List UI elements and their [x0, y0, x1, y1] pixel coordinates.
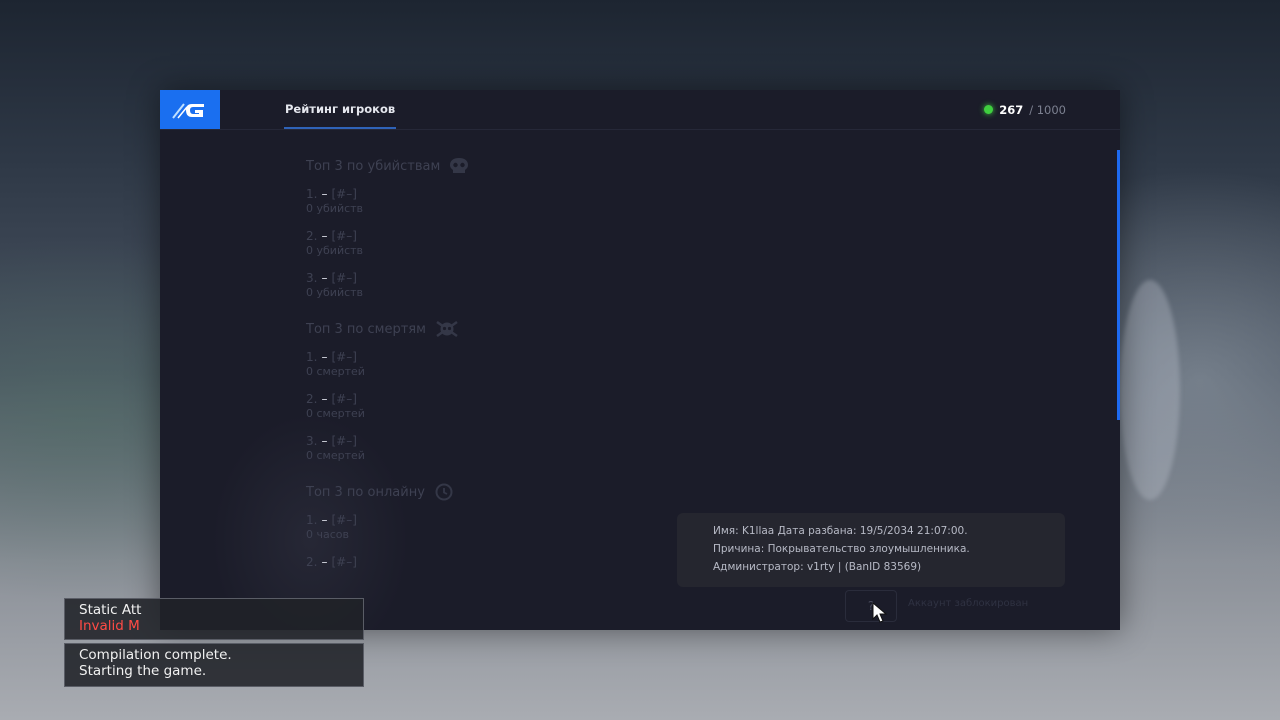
- player-tag: [#–]: [331, 229, 357, 243]
- player-tag: [#–]: [331, 271, 357, 285]
- list-item: 3. – [#–] 0 смертей: [306, 433, 470, 464]
- crossbones-icon: [436, 320, 458, 338]
- player-name: –: [321, 350, 328, 364]
- list-item: 2. – [#–] 0 убийств: [306, 228, 470, 259]
- player-tag: [#–]: [331, 513, 357, 527]
- online-current: 267: [999, 102, 1024, 117]
- stat-value: 0 смертей: [306, 365, 365, 378]
- console-line: Static Att: [79, 602, 142, 618]
- section-title: Топ 3 по смертям: [306, 321, 426, 337]
- stat-value: 0 смертей: [306, 449, 365, 462]
- background-figure: [1120, 280, 1180, 500]
- player-tag: [#–]: [331, 187, 357, 201]
- stat-value: 0 убийств: [306, 202, 364, 215]
- section-kills: Топ 3 по убийствам 1. – [#–] 0 убийств 2. –…: [306, 156, 470, 301]
- leaderboard-list: Топ 3 по убийствам 1. – [#–] 0 убийств 2. –…: [306, 156, 470, 588]
- panel-header: Рейтинг игроков 267 / 1000: [160, 90, 1120, 130]
- console-message-error: Static Att Invalid M: [64, 598, 364, 640]
- player-tag: [#–]: [331, 392, 357, 406]
- online-max: / 1000: [1029, 102, 1066, 117]
- player-tag: [#–]: [331, 555, 357, 569]
- logo: [160, 90, 220, 129]
- list-item: 1. – [#–] 0 смертей: [306, 349, 470, 380]
- stat-value: 0 часов: [306, 528, 349, 541]
- ban-admin: Администратор: v1rty | (BanID 83569): [713, 561, 922, 573]
- player-tag: [#–]: [331, 434, 357, 448]
- player-name: –: [321, 392, 328, 406]
- section-deaths: Топ 3 по смертям 1. – [#–] 0 смертей 2. – [#…: [306, 319, 470, 464]
- ban-tooltip: Имя: K1llaa Дата разбана: 19/5/2034 21:0…: [677, 513, 1065, 587]
- rating-panel: Рейтинг игроков 267 / 1000 Топ 3 по убий…: [160, 90, 1120, 630]
- list-item: 3. – [#–] 0 убийств: [306, 270, 470, 301]
- account-locked-label: Аккаунт заблокирован: [908, 598, 1029, 609]
- player-name: –: [321, 513, 328, 527]
- player-name: –: [321, 555, 328, 569]
- player-name: –: [321, 187, 328, 201]
- list-item: 1. – [#–] 0 убийств: [306, 186, 470, 217]
- console-line: Starting the game.: [79, 663, 207, 679]
- online-counter: 267 / 1000: [984, 90, 1066, 129]
- online-status-icon: [984, 105, 994, 114]
- section-title: Топ 3 по онлайну: [306, 484, 425, 500]
- tab-player-rating[interactable]: Рейтинг игроков: [284, 90, 397, 129]
- console-line-error: Invalid M: [79, 618, 140, 634]
- list-item: 2. – [#–]: [306, 555, 357, 569]
- section-title: Топ 3 по убийствам: [306, 158, 441, 174]
- player-name: –: [321, 229, 328, 243]
- console-log: Static Att Invalid M Compilation complet…: [64, 598, 364, 687]
- player-name: –: [321, 271, 328, 285]
- mouse-cursor-icon: [872, 602, 888, 623]
- player-tag: [#–]: [331, 350, 357, 364]
- list-item: 2. – [#–] 0 смертей: [306, 391, 470, 422]
- list-item: 1. – [#–] 0 часов: [306, 512, 470, 543]
- ban-reason: Причина: Покрывательство злоумышленника.: [713, 543, 970, 555]
- console-line: Compilation complete.: [79, 647, 232, 663]
- stat-value: 0 смертей: [306, 407, 365, 420]
- stat-value: 0 убийств: [306, 244, 364, 257]
- section-online: Топ 3 по онлайну 1. – [#–] 0 часов 2. – [#–]: [306, 482, 470, 570]
- scrollbar[interactable]: [1117, 150, 1120, 420]
- stat-value: 0 убийств: [306, 286, 364, 299]
- skull-icon: [450, 158, 469, 173]
- player-name: –: [321, 434, 328, 448]
- logo-icon: [172, 102, 204, 119]
- ban-name-date: Имя: K1llaa Дата разбана: 19/5/2034 21:0…: [713, 525, 968, 537]
- console-message-status: Compilation complete. Starting the game.: [64, 643, 364, 687]
- clock-icon: [435, 483, 453, 501]
